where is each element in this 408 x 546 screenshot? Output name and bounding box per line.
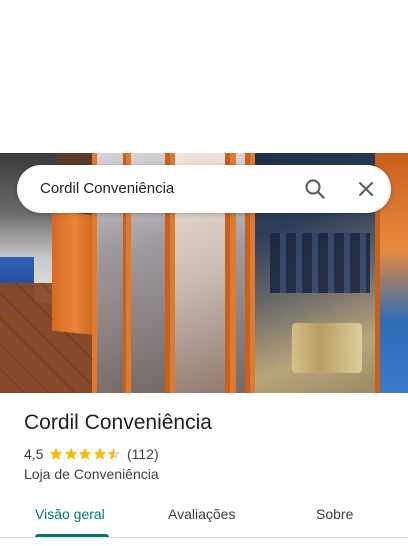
- search-bar[interactable]: Cordil Conveniência: [17, 165, 391, 213]
- tab-overview[interactable]: Visão geral: [35, 506, 105, 522]
- place-tabs: Visão geral Avaliações Sobre: [0, 496, 408, 540]
- rating-row[interactable]: 4,5 (112): [24, 445, 159, 463]
- star-icon: [93, 447, 107, 460]
- review-count[interactable]: (112): [127, 446, 159, 462]
- place-title: Cordil Conveniência: [24, 411, 212, 434]
- photo-cans: [292, 323, 362, 373]
- star-icon: [108, 447, 121, 460]
- tab-reviews[interactable]: Avaliações: [168, 506, 235, 522]
- search-input[interactable]: Cordil Conveniência: [40, 180, 174, 197]
- map-area-blank: [0, 0, 408, 153]
- place-category[interactable]: Loja de Conveniência: [24, 466, 159, 482]
- star-icon: [79, 447, 92, 460]
- rating-value: 4,5: [24, 446, 44, 462]
- tabs-divider: [0, 537, 408, 538]
- star-icon: [64, 447, 78, 460]
- star-icon: [50, 447, 63, 460]
- rating-stars: [49, 447, 122, 461]
- search-icon[interactable]: [303, 177, 327, 201]
- close-icon[interactable]: [354, 177, 378, 201]
- tab-about[interactable]: Sobre: [316, 506, 353, 522]
- photo-bottles: [270, 233, 370, 293]
